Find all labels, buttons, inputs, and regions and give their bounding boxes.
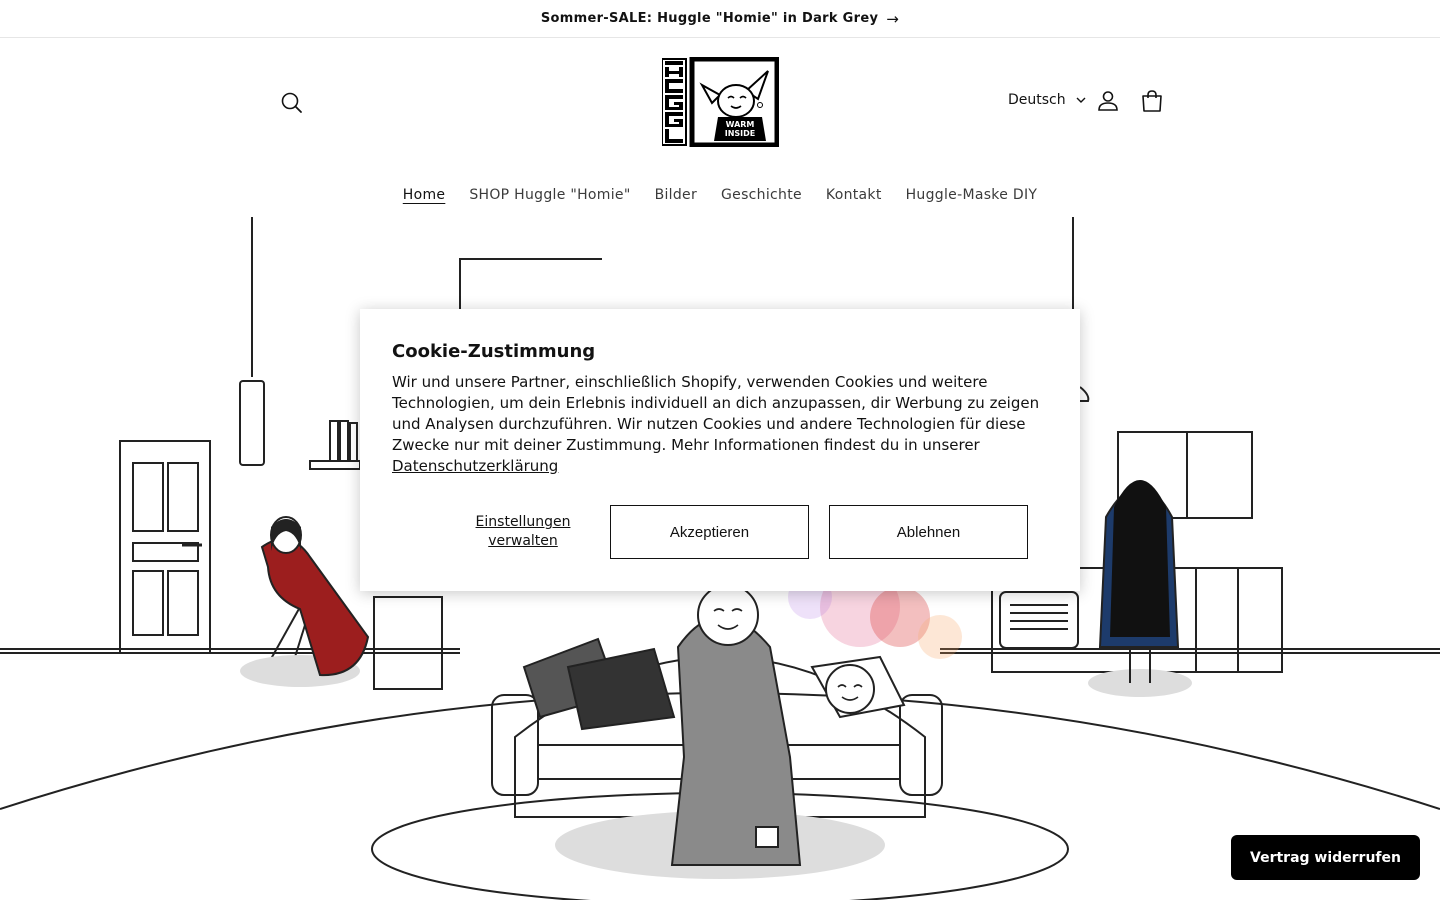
cookie-consent-dialog: Cookie-Zustimmung Wir und unsere Partner… <box>360 309 1080 591</box>
accept-button[interactable]: Akzeptieren <box>610 505 809 559</box>
nav-item-home[interactable]: Home <box>403 187 446 203</box>
main-nav: Home SHOP Huggle "Homie" Bilder Geschich… <box>0 187 1440 203</box>
nav-item-geschichte[interactable]: Geschichte <box>721 187 802 203</box>
site-header: WARM INSIDE Deutsch Home SHOP Huggle "Ho… <box>0 39 1440 217</box>
manage-settings-line1: Einstellungen <box>475 514 571 530</box>
decline-button[interactable]: Ablehnen <box>829 505 1028 559</box>
cookie-title: Cookie-Zustimmung <box>392 341 596 362</box>
cookie-body: Wir und unsere Partner, einschließlich S… <box>392 372 1042 477</box>
withdraw-contract-button[interactable]: Vertrag widerrufen <box>1231 835 1420 880</box>
chevron-down-icon <box>1076 97 1086 103</box>
account-icon[interactable] <box>1096 89 1120 113</box>
logo-badge-text-2: INSIDE <box>725 129 756 138</box>
nav-item-kontakt[interactable]: Kontakt <box>826 187 882 203</box>
manage-settings-link[interactable]: Einstellungen verwalten <box>444 513 602 551</box>
search-icon[interactable] <box>278 89 306 117</box>
logo-badge-text-1: WARM <box>726 120 755 129</box>
announcement-text: Sommer-SALE: Huggle "Homie" in Dark Grey <box>540 11 879 26</box>
arrow-right-icon: → <box>886 9 900 28</box>
cart-icon[interactable] <box>1140 89 1164 113</box>
language-selector[interactable]: Deutsch <box>1008 92 1086 108</box>
nav-item-shop[interactable]: SHOP Huggle "Homie" <box>469 187 630 203</box>
privacy-policy-link[interactable]: Datenschutzerklärung <box>392 457 558 475</box>
cookie-actions: Einstellungen verwalten Akzeptieren Able… <box>392 505 1048 559</box>
nav-item-maske-diy[interactable]: Huggle-Maske DIY <box>906 187 1038 203</box>
cookie-body-text: Wir und unsere Partner, einschließlich S… <box>392 373 1040 454</box>
language-label: Deutsch <box>1008 92 1066 108</box>
manage-settings-line2: verwalten <box>488 533 558 549</box>
huggle-logo[interactable]: WARM INSIDE <box>662 57 779 147</box>
nav-item-bilder[interactable]: Bilder <box>655 187 697 203</box>
announcement-bar[interactable]: Sommer-SALE: Huggle "Homie" in Dark Grey… <box>0 0 1440 38</box>
